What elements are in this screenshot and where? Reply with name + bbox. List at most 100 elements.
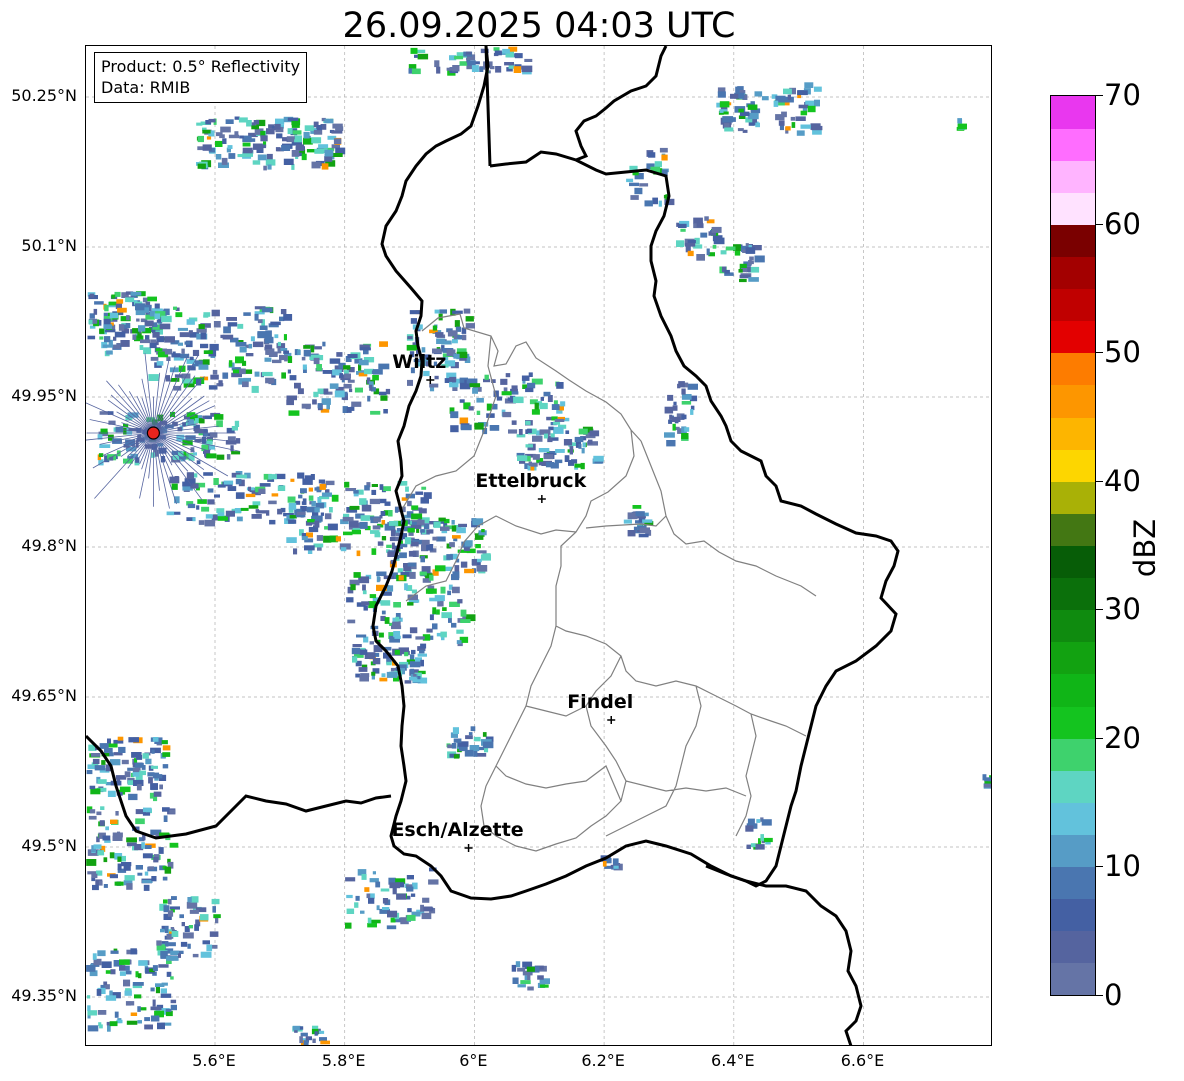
echo-pixel bbox=[274, 123, 281, 130]
echo-pixel bbox=[469, 383, 481, 388]
colorbar-segment bbox=[1051, 834, 1095, 868]
echo-pixel bbox=[593, 455, 604, 462]
echo-pixel bbox=[407, 527, 415, 533]
echo-pixel bbox=[166, 511, 175, 516]
echo-pixel bbox=[334, 390, 345, 398]
echo-pixel bbox=[230, 445, 234, 452]
echo-pixel bbox=[411, 649, 416, 655]
echo-pixel bbox=[748, 260, 752, 266]
colorbar-tick-mark bbox=[1096, 866, 1103, 868]
echo-pixel bbox=[347, 619, 356, 624]
echo-pixel bbox=[98, 453, 104, 457]
echo-pixel bbox=[434, 309, 440, 314]
echo-pixel bbox=[494, 50, 502, 56]
echo-pixel bbox=[745, 247, 756, 254]
echo-pixel bbox=[142, 812, 151, 816]
echo-pixel bbox=[150, 1015, 160, 1022]
echo-pixel bbox=[248, 505, 259, 509]
colorbar-tick-mark bbox=[1096, 995, 1103, 996]
echo-pixel bbox=[410, 47, 418, 54]
echo-pixel bbox=[473, 751, 478, 757]
echo-pixel bbox=[222, 138, 227, 144]
echo-pixel bbox=[352, 644, 362, 648]
echo-pixel bbox=[133, 767, 140, 773]
echo-pixel bbox=[347, 379, 355, 383]
echo-pixel bbox=[371, 489, 377, 495]
lon-tick-label: 6.6°E bbox=[840, 1051, 885, 1070]
echo-pixel bbox=[114, 291, 121, 297]
echo-pixel bbox=[200, 332, 207, 340]
colorbar-segment bbox=[1051, 320, 1095, 354]
echo-pixel bbox=[420, 643, 427, 649]
echo-pixel bbox=[226, 454, 231, 460]
echo-pixel bbox=[239, 346, 247, 353]
echo-pixel bbox=[473, 736, 481, 742]
echo-pixel bbox=[117, 856, 122, 862]
echo-pixel bbox=[446, 554, 453, 560]
lat-tick-label: 49.8°N bbox=[21, 536, 77, 555]
echo-pixel bbox=[124, 771, 131, 778]
echo-pixel bbox=[630, 195, 639, 200]
echo-pixel bbox=[143, 347, 152, 355]
echo-pixel bbox=[160, 988, 167, 994]
echo-pixel bbox=[761, 96, 769, 101]
colorbar-segment bbox=[1051, 577, 1095, 611]
echo-pixel bbox=[578, 428, 588, 435]
echo-pixel bbox=[452, 535, 461, 539]
echo-pixel bbox=[500, 378, 508, 385]
echo-pixel bbox=[162, 807, 170, 812]
echo-pixel bbox=[409, 310, 420, 315]
echo-pixel bbox=[476, 565, 488, 572]
echo-pixel bbox=[148, 777, 153, 784]
echo-pixel bbox=[381, 536, 387, 541]
echo-pixel bbox=[537, 975, 544, 980]
echo-pixel bbox=[132, 982, 144, 986]
echo-pixel bbox=[466, 51, 472, 55]
echo-pixel bbox=[150, 783, 158, 790]
echo-pixel bbox=[489, 425, 500, 431]
echo-pixel bbox=[569, 449, 573, 455]
colorbar-tick-label: 60 bbox=[1104, 206, 1141, 241]
echo-pixel bbox=[453, 738, 462, 743]
echo-pixel bbox=[448, 617, 452, 623]
echo-pixel bbox=[635, 511, 645, 517]
echo-pixel bbox=[138, 325, 146, 332]
echo-pixel bbox=[420, 659, 424, 667]
echo-pixel bbox=[196, 505, 200, 510]
echo-pixel bbox=[165, 375, 170, 382]
echo-pixel bbox=[271, 493, 279, 497]
echo-pixel bbox=[574, 463, 584, 468]
echo-pixel bbox=[94, 765, 106, 771]
echo-pixel bbox=[113, 344, 120, 349]
echo-pixel bbox=[223, 480, 234, 485]
echo-pixel bbox=[277, 508, 283, 515]
colorbar-segment bbox=[1051, 930, 1095, 964]
radar-map[interactable]: Product: 0.5° Reflectivity Data: RMIB bbox=[85, 45, 992, 1046]
echo-pixel bbox=[407, 602, 414, 606]
echo-pixel bbox=[441, 612, 452, 619]
echo-pixel bbox=[452, 338, 458, 344]
echo-pixel bbox=[186, 901, 198, 909]
echo-pixel bbox=[468, 732, 473, 736]
echo-pixel bbox=[156, 361, 164, 366]
echo-pixel bbox=[379, 341, 388, 347]
echo-pixel bbox=[138, 973, 142, 979]
echo-pixel bbox=[367, 923, 377, 928]
echo-pixel bbox=[437, 601, 444, 607]
colorbar-segment bbox=[1051, 192, 1095, 225]
colorbar-tick-label: 20 bbox=[1104, 720, 1141, 755]
echo-pixel bbox=[128, 737, 139, 743]
echo-pixel bbox=[181, 922, 185, 927]
echo-pixel bbox=[269, 519, 276, 525]
echo-pixel bbox=[109, 752, 114, 757]
echo-pixel bbox=[317, 388, 324, 394]
echo-pixel bbox=[252, 160, 261, 165]
echo-pixel bbox=[216, 508, 225, 513]
echo-pixel bbox=[96, 811, 102, 816]
echo-pixel bbox=[155, 986, 160, 994]
echo-pixel bbox=[162, 745, 171, 751]
echo-pixel bbox=[102, 344, 114, 348]
echo-pixel bbox=[187, 897, 192, 903]
echo-pixel bbox=[451, 525, 457, 532]
echo-pixel bbox=[474, 422, 484, 430]
